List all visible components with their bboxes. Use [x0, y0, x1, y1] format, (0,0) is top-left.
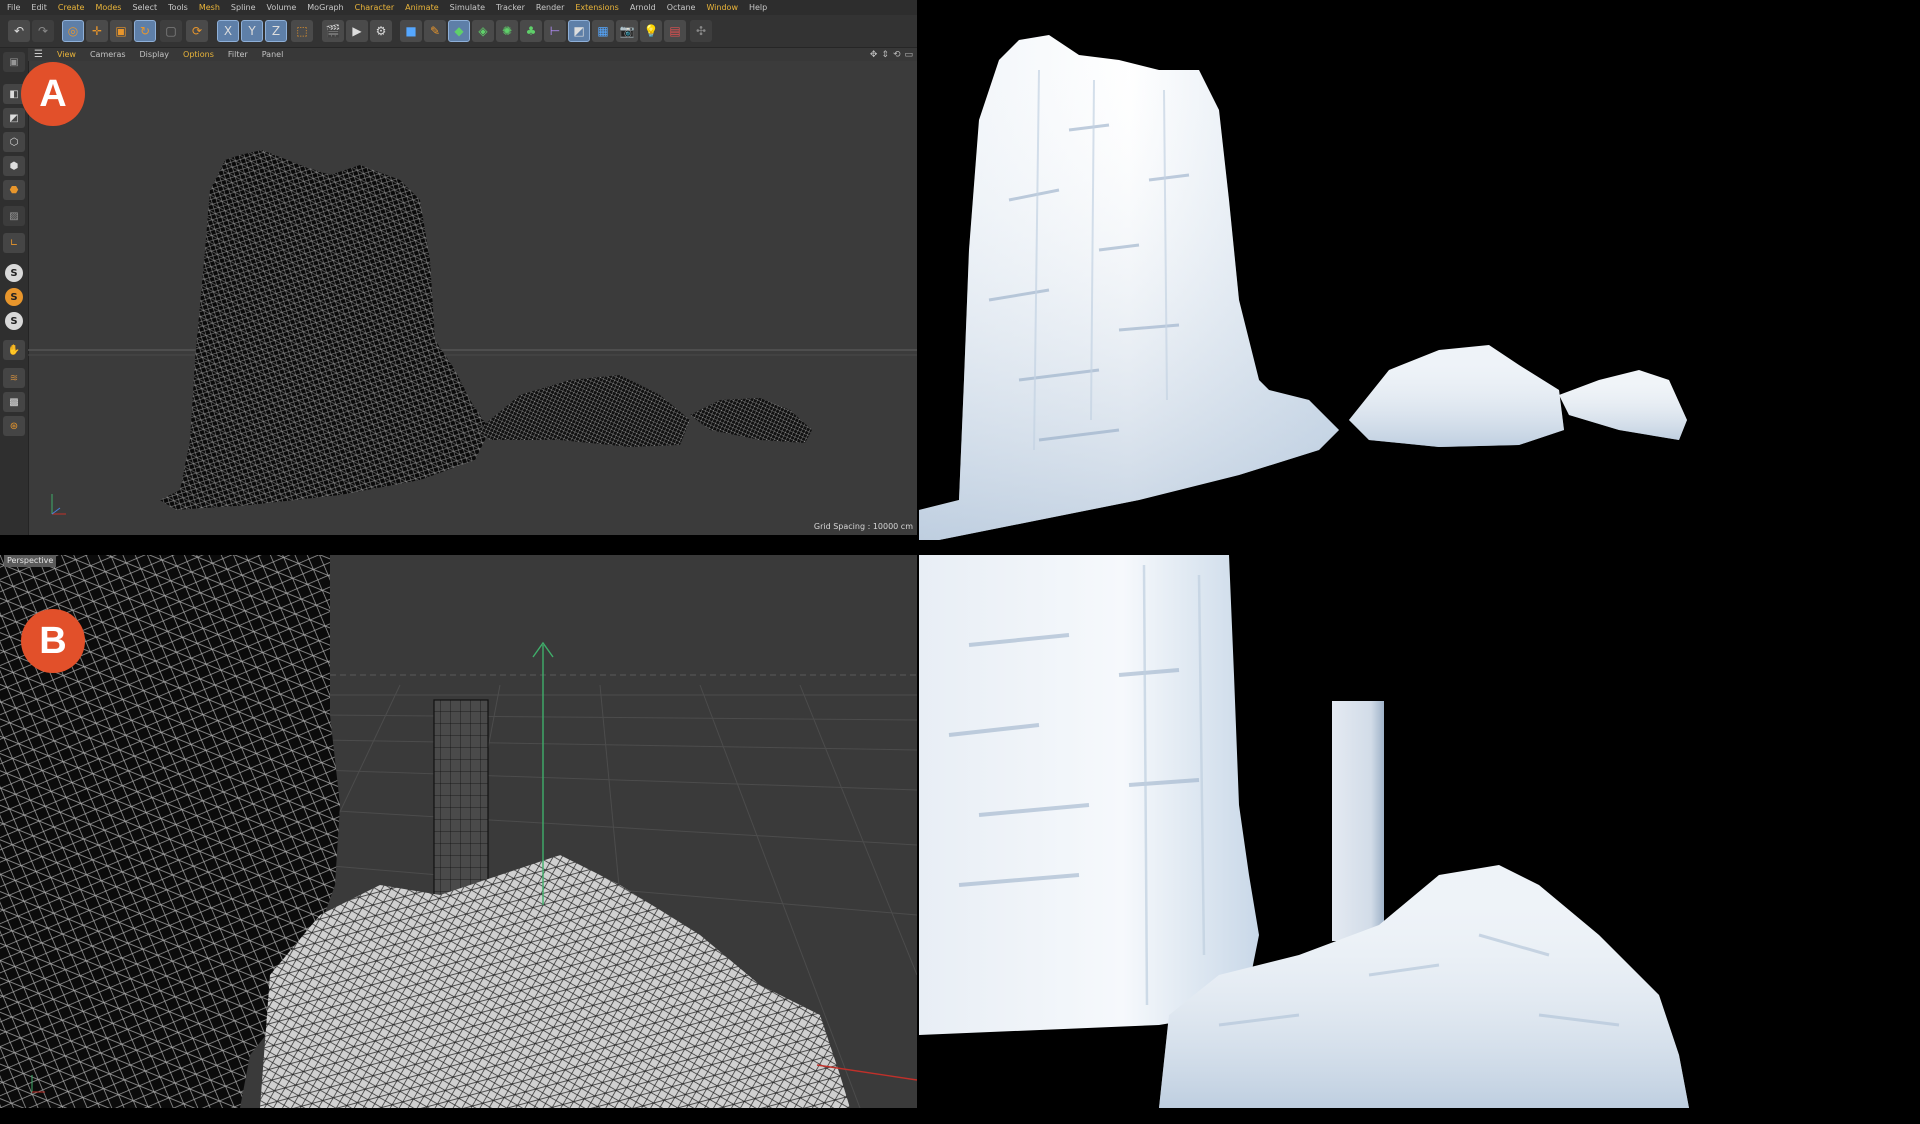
viewport-b[interactable] [0, 555, 917, 1108]
rock-closeup-mesh-wireframe[interactable] [260, 855, 850, 1108]
cliff-mesh-wireframe[interactable] [160, 150, 490, 510]
viewport-a[interactable]: File Edit Create Modes Select Tools Mesh Spline… [0, 0, 917, 535]
panel-b-label: B [21, 609, 85, 673]
small-rock-mesh-wireframe[interactable] [690, 398, 812, 443]
panel-a-label: A [21, 62, 85, 126]
grid-spacing-label: Grid Spacing : 10000 cm [813, 522, 913, 531]
render-a [919, 0, 1920, 540]
viewport-a-scene [28, 150, 917, 515]
camera-label: Perspective [4, 555, 57, 567]
render-b [919, 555, 1920, 1108]
render-a-image [919, 35, 1687, 540]
rock-mesh-wireframe[interactable] [478, 375, 690, 447]
rendered-pillar [1332, 701, 1384, 941]
viewport-b-scene [0, 555, 917, 1108]
render-b-image [919, 555, 1689, 1108]
